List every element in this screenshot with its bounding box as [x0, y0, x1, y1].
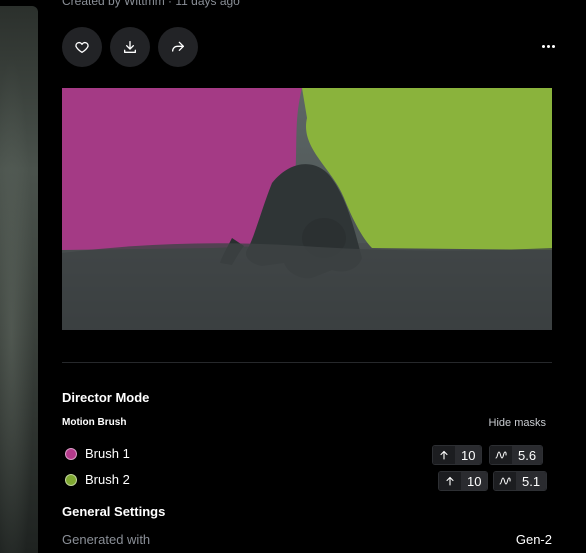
more-options-button[interactable] — [536, 36, 560, 56]
brush-ambient-value: 5.6 — [489, 445, 544, 465]
detail-panel: Created by Wittmm · 11 days ago Director… — [62, 0, 555, 548]
brush-color-swatch — [65, 474, 77, 486]
director-mode-title: Director Mode — [62, 390, 150, 405]
up-value: 10 — [461, 472, 488, 490]
brush-up-value: 10 — [438, 471, 489, 491]
brush-row: Brush 2 10 5.1 — [62, 471, 552, 491]
ambient-value: 5.1 — [516, 472, 547, 490]
download-icon — [124, 41, 136, 53]
brush-row: Brush 1 10 5.6 — [62, 445, 552, 465]
creator-line: Created by Wittmm · 11 days ago — [62, 0, 240, 8]
action-bar — [62, 27, 198, 67]
previous-item-thumbnail[interactable] — [0, 6, 38, 553]
wave-icon — [494, 472, 516, 490]
general-settings-title: General Settings — [62, 504, 166, 519]
generated-with-row: Generated with Gen-2 — [62, 532, 552, 548]
arrow-up-icon — [439, 472, 461, 490]
like-button[interactable] — [62, 27, 102, 67]
generated-image-with-masks — [62, 88, 552, 330]
ambient-value: 5.6 — [512, 446, 543, 464]
section-divider — [62, 362, 552, 363]
hide-masks-button[interactable]: Hide masks — [489, 417, 546, 429]
motion-brush-title: Motion Brush — [62, 417, 127, 428]
brush-ambient-value: 5.1 — [493, 471, 548, 491]
download-button[interactable] — [110, 27, 150, 67]
share-button[interactable] — [158, 27, 198, 67]
up-value: 10 — [455, 446, 482, 464]
heart-icon — [75, 41, 89, 53]
brush-label: Brush 2 — [85, 472, 130, 487]
generated-with-value: Gen-2 — [515, 532, 552, 547]
generated-with-label: Generated with — [62, 532, 151, 547]
arrow-up-icon — [433, 446, 455, 464]
brush-label: Brush 1 — [85, 446, 130, 461]
brush-up-value: 10 — [432, 445, 483, 465]
more-horizontal-icon — [541, 44, 545, 48]
wave-icon — [490, 446, 512, 464]
share-icon — [172, 41, 184, 52]
brush-color-swatch — [65, 448, 77, 460]
